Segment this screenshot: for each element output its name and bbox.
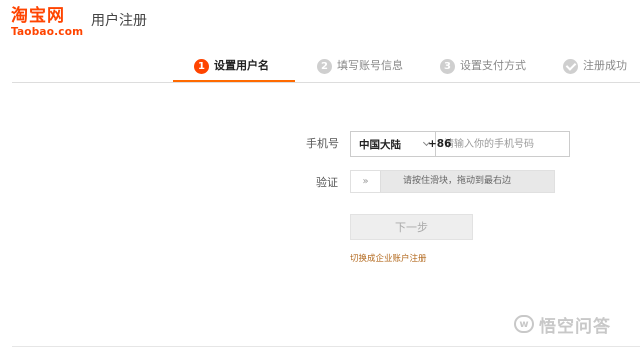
steps-divider — [12, 82, 640, 83]
phone-input-group: 中国大陆 +86 — [350, 131, 570, 157]
step-number-badge: 1 — [194, 58, 209, 74]
step-label: 注册成功 — [583, 59, 627, 72]
slider-hint: 请按住滑块，拖动到最右边 — [403, 176, 512, 186]
step-payment: 3 设置支付方式 — [440, 57, 526, 75]
region-name: 中国大陆 — [359, 138, 401, 151]
verify-label: 验证 — [316, 176, 338, 189]
switch-enterprise-link[interactable]: 切换成企业账户注册 — [350, 253, 427, 265]
page-title: 用户注册 — [91, 13, 147, 29]
phone-input[interactable] — [436, 132, 569, 156]
phone-label: 手机号 — [306, 137, 339, 150]
taobao-logo[interactable]: 淘宝网 Taobao.com — [11, 7, 85, 41]
logo-cn-text: 淘宝网 — [11, 6, 65, 26]
next-button[interactable]: 下一步 — [350, 214, 473, 240]
region-code: +86 — [428, 138, 452, 150]
step-success: 注册成功 — [563, 57, 627, 75]
watermark: w 悟空问答 — [514, 313, 611, 337]
watermark-text: 悟空问答 — [539, 316, 611, 337]
chat-bubble-icon: w — [514, 315, 534, 333]
step-set-username: 1 设置用户名 — [194, 57, 269, 75]
region-select[interactable]: 中国大陆 +86 — [351, 132, 451, 156]
step-label: 填写账号信息 — [337, 59, 403, 72]
step-label: 设置支付方式 — [460, 59, 526, 72]
step-account-info: 2 填写账号信息 — [317, 57, 403, 75]
verify-slider-track: » 请按住滑块，拖动到最右边 — [350, 170, 555, 193]
header: 淘宝网 Taobao.com 用户注册 — [0, 0, 640, 44]
step-number-badge: 3 — [440, 58, 455, 74]
step-label: 设置用户名 — [214, 59, 269, 72]
footer-divider — [12, 346, 640, 347]
logo-en-text: Taobao.com — [11, 26, 84, 38]
check-icon — [563, 58, 578, 74]
step-number-badge: 2 — [317, 58, 332, 74]
slider-handle-icon[interactable]: » — [351, 171, 381, 192]
